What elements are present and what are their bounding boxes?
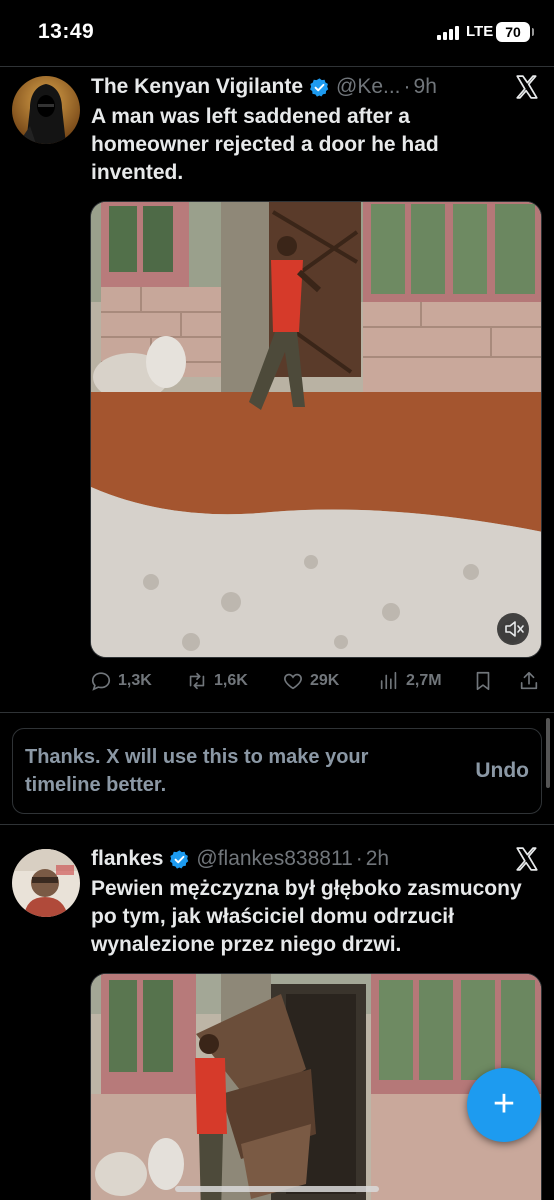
avatar[interactable] [12, 849, 80, 917]
feedback-message: Thanks. X will use this to make your tim… [25, 746, 369, 796]
avatar[interactable] [12, 76, 80, 144]
like-icon [284, 673, 302, 690]
scrollbar[interactable] [546, 718, 550, 788]
x-logo-icon[interactable] [514, 74, 540, 100]
tweet-header: The Kenyan Vigilante @Ke... · 9h [91, 73, 437, 101]
feedback-notice: Thanks. X will use this to make your tim… [12, 728, 542, 814]
reply-button[interactable]: 1,3K [90, 670, 152, 692]
divider [0, 824, 554, 825]
author-name[interactable]: The Kenyan Vigilante [91, 75, 303, 99]
undo-button[interactable]: Undo [475, 759, 529, 783]
retweet-icon [189, 672, 205, 690]
tweet-header: flankes @flankes838811 · 2h [91, 845, 389, 873]
bookmark-button[interactable] [472, 670, 500, 692]
retweet-button[interactable]: 1,6K [186, 670, 248, 692]
separator: · [403, 75, 411, 98]
like-button[interactable]: 29K [282, 670, 339, 692]
tweet-text: Pewien mężczyzna był głęboko zasmucony p… [91, 877, 522, 956]
reply-count: 1,3K [118, 672, 152, 689]
tweet-actions: 1,3K 1,6K 29K 2,7M [90, 670, 542, 698]
home-indicator[interactable] [175, 1186, 379, 1192]
tweet-text: A man was left saddened after a homeowne… [91, 105, 439, 184]
author-handle[interactable]: @flankes838811 [196, 847, 352, 871]
tweet-video[interactable] [90, 201, 542, 658]
author-name[interactable]: flankes [91, 847, 163, 871]
verified-badge-icon [310, 77, 329, 97]
network-type: LTE [466, 23, 494, 40]
tweet-time[interactable]: 2h [366, 847, 389, 871]
like-count: 29K [310, 672, 340, 689]
battery-icon: 70 [496, 22, 534, 42]
x-logo-icon[interactable] [514, 846, 540, 872]
compose-icon: + [492, 1083, 516, 1125]
reply-icon [91, 672, 111, 691]
verified-badge-icon [170, 849, 189, 869]
views-icon [380, 671, 397, 690]
status-bar: 13:49 LTE 70 [0, 0, 554, 66]
mute-icon[interactable] [497, 613, 529, 645]
divider [0, 66, 554, 67]
author-handle[interactable]: @Ke... [336, 75, 401, 99]
signal-icon [437, 26, 463, 40]
battery-level: 70 [505, 24, 521, 40]
share-button[interactable] [518, 670, 546, 692]
retweet-count: 1,6K [214, 672, 248, 689]
separator: · [355, 847, 363, 870]
compose-button[interactable]: + [467, 1068, 541, 1142]
tweet-time[interactable]: 9h [414, 75, 437, 99]
status-time: 13:49 [38, 20, 95, 43]
share-icon [520, 671, 538, 690]
view-count: 2,7M [406, 672, 442, 689]
views-button[interactable]: 2,7M [378, 670, 442, 692]
divider [0, 712, 554, 713]
bookmark-icon [476, 671, 490, 691]
